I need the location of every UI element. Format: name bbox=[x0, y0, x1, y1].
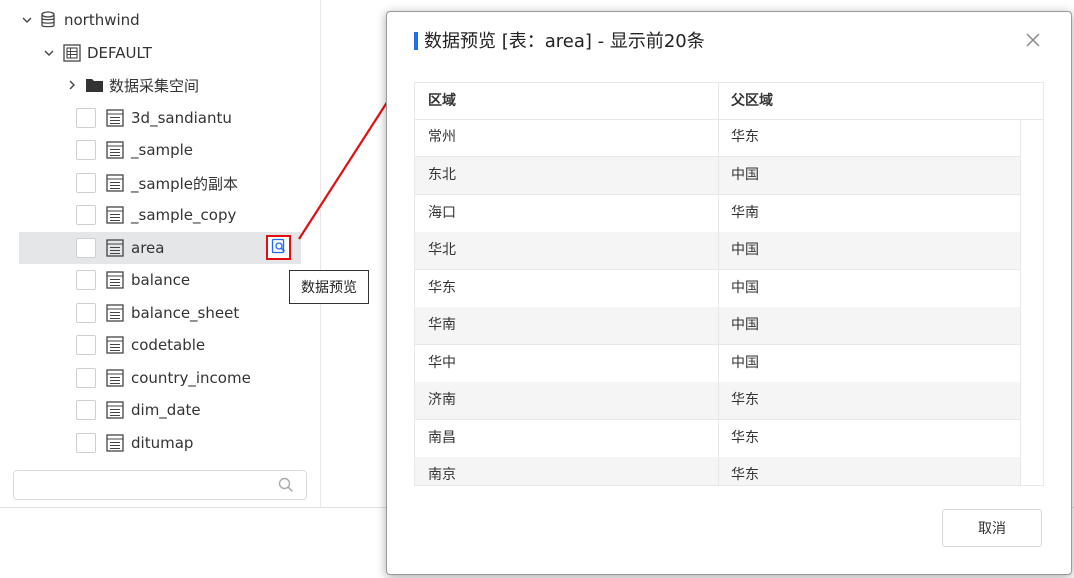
table-cell: 南京 bbox=[428, 467, 456, 483]
tree-search-box[interactable] bbox=[13, 470, 307, 500]
table-label: _sample_copy bbox=[131, 206, 237, 224]
table-label: balance_sheet bbox=[131, 304, 240, 322]
cancel-button[interactable]: 取消 bbox=[942, 509, 1042, 547]
tree-table-row[interactable]: _sample_copy bbox=[19, 199, 301, 231]
table-cell: 济南 bbox=[428, 392, 456, 408]
table-cell: 华南 bbox=[428, 317, 456, 333]
folder-icon bbox=[85, 77, 104, 97]
tree-table-row[interactable]: ditumap bbox=[19, 427, 301, 459]
table-cell: 华北 bbox=[428, 242, 456, 258]
table-icon bbox=[106, 271, 124, 289]
table-icon bbox=[106, 401, 124, 419]
table-cell: 中国 bbox=[731, 242, 759, 258]
data-preview-dialog: 数据预览 [表：area] - 显示前20条 区域 父区域 常州 华东 东北 中… bbox=[386, 11, 1072, 575]
table-checkbox[interactable] bbox=[76, 270, 96, 290]
table-icon bbox=[106, 434, 124, 452]
chevron-down-icon[interactable] bbox=[20, 13, 34, 27]
table-icon bbox=[106, 174, 124, 192]
table-scrollbar-track[interactable] bbox=[1020, 119, 1021, 485]
preview-icon bbox=[271, 238, 287, 258]
table-cell: 中国 bbox=[731, 167, 759, 183]
app-root: northwind DEFAULT 数据采集空间 3d_sandiantu _s… bbox=[0, 0, 1074, 578]
table-cell: 东北 bbox=[428, 167, 456, 183]
table-label: balance bbox=[131, 271, 191, 289]
tree-table-row[interactable]: dim_date bbox=[19, 394, 301, 426]
table-cell: 华东 bbox=[428, 280, 456, 296]
chevron-down-icon[interactable] bbox=[42, 46, 56, 60]
tree-table-row[interactable]: balance bbox=[19, 264, 301, 296]
tree-table-row-selected[interactable]: area bbox=[19, 232, 301, 264]
table-cell: 华东 bbox=[731, 392, 759, 408]
table-cell: 中国 bbox=[731, 280, 759, 296]
column-header[interactable]: 父区域 bbox=[731, 83, 773, 119]
table-label: country_income bbox=[131, 369, 251, 387]
schema-icon bbox=[63, 44, 81, 66]
title-accent-bar bbox=[414, 32, 418, 50]
data-preview-button[interactable] bbox=[266, 235, 291, 260]
table-cell: 华东 bbox=[731, 129, 759, 145]
table-cell: 海口 bbox=[428, 205, 456, 221]
table-checkbox[interactable] bbox=[76, 238, 96, 258]
tree-label-database: northwind bbox=[64, 11, 140, 29]
tree-table-row[interactable]: country_income bbox=[19, 362, 301, 394]
tree-node-schema[interactable]: DEFAULT bbox=[19, 37, 301, 69]
table-cell: 常州 bbox=[428, 129, 456, 145]
table-icon bbox=[106, 336, 124, 354]
table-cell: 华中 bbox=[428, 355, 456, 371]
table-checkbox[interactable] bbox=[76, 108, 96, 128]
tree-panel: northwind DEFAULT 数据采集空间 3d_sandiantu _s… bbox=[0, 0, 369, 507]
table-checkbox[interactable] bbox=[76, 335, 96, 355]
table-icon bbox=[106, 206, 124, 224]
search-icon[interactable] bbox=[278, 477, 294, 497]
table-cell: 华南 bbox=[731, 205, 759, 221]
tree-table-row[interactable]: _sample bbox=[19, 134, 301, 166]
preview-tooltip: 数据预览 bbox=[289, 270, 369, 304]
table-checkbox[interactable] bbox=[76, 303, 96, 323]
table-cell: 中国 bbox=[731, 317, 759, 333]
table-cell: 华东 bbox=[731, 467, 759, 483]
table-checkbox[interactable] bbox=[76, 205, 96, 225]
table-cell: 中国 bbox=[731, 355, 759, 371]
table-icon bbox=[106, 141, 124, 159]
table-checkbox[interactable] bbox=[76, 368, 96, 388]
dialog-title: 数据预览 [表：area] - 显示前20条 bbox=[424, 31, 705, 52]
table-icon bbox=[106, 369, 124, 387]
table-label: _sample的副本 bbox=[131, 174, 239, 193]
table-checkbox[interactable] bbox=[76, 140, 96, 160]
table-label: dim_date bbox=[131, 401, 201, 419]
chevron-right-icon[interactable] bbox=[65, 78, 79, 92]
table-label: area bbox=[131, 239, 165, 257]
table-icon bbox=[106, 304, 124, 322]
tree-label-folder: 数据采集空间 bbox=[109, 76, 200, 95]
tree-node-database[interactable]: northwind bbox=[19, 4, 301, 36]
tree-table-row[interactable]: codetable bbox=[19, 329, 301, 361]
close-icon[interactable] bbox=[1025, 32, 1041, 48]
table-checkbox[interactable] bbox=[76, 433, 96, 453]
table-checkbox[interactable] bbox=[76, 400, 96, 420]
table-label: 3d_sandiantu bbox=[131, 109, 232, 127]
database-icon bbox=[40, 11, 56, 33]
table-header: 区域 父区域 bbox=[415, 83, 1043, 120]
tree-table-row[interactable]: balance_sheet bbox=[19, 297, 301, 329]
tree-table-row[interactable]: _sample的副本 bbox=[19, 167, 301, 199]
tree-table-row[interactable]: 3d_sandiantu bbox=[19, 102, 301, 134]
table-checkbox[interactable] bbox=[76, 173, 96, 193]
table-icon bbox=[106, 239, 124, 257]
table-label: _sample bbox=[131, 141, 194, 159]
tree-label-schema: DEFAULT bbox=[87, 44, 152, 62]
tree-search-input[interactable] bbox=[22, 471, 276, 499]
preview-table: 区域 父区域 常州 华东 东北 中国 海口 华南 华北 中国 华东 中国 华南 … bbox=[414, 82, 1044, 486]
table-label: codetable bbox=[131, 336, 206, 354]
table-cell: 华东 bbox=[731, 430, 759, 446]
table-cell: 南昌 bbox=[428, 430, 456, 446]
column-divider bbox=[718, 83, 719, 485]
table-label: ditumap bbox=[131, 434, 194, 452]
column-header[interactable]: 区域 bbox=[428, 83, 456, 119]
tree-node-folder[interactable]: 数据采集空间 bbox=[19, 69, 301, 101]
table-icon bbox=[106, 109, 124, 127]
